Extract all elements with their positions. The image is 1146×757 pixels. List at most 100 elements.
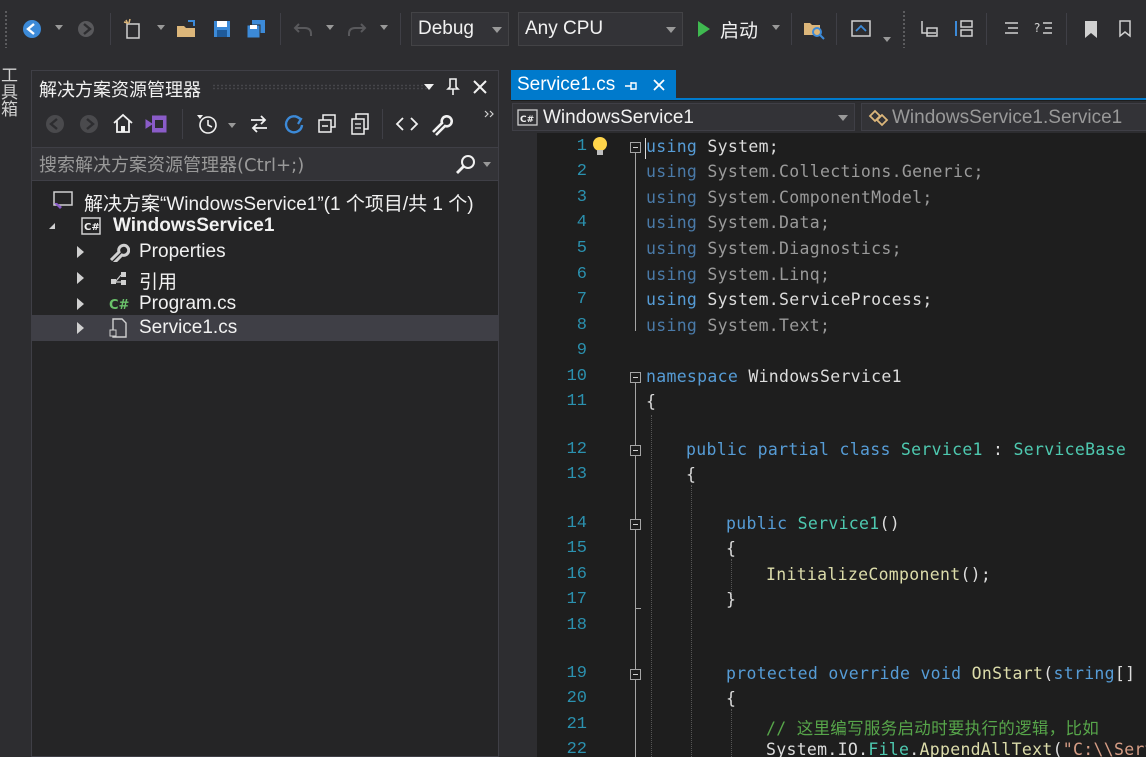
code-line: { bbox=[686, 465, 697, 484]
line-number: 10 bbox=[566, 367, 587, 386]
expanded-arrow-icon[interactable] bbox=[49, 223, 55, 229]
type-scope-combo[interactable]: WindowsService1.Service1 bbox=[861, 103, 1146, 131]
collapse-region-icon[interactable] bbox=[630, 372, 641, 383]
collapse-region-icon[interactable] bbox=[630, 445, 641, 456]
switch-views-icon[interactable] bbox=[144, 112, 170, 136]
pending-changes-filter-icon[interactable] bbox=[195, 112, 219, 136]
find-in-files-button[interactable] bbox=[801, 16, 827, 42]
toggle-bookmark-button[interactable] bbox=[1078, 16, 1104, 42]
collapsed-arrow-icon[interactable] bbox=[77, 246, 84, 258]
main-toolbar: Debug Any CPU 启动 ? bbox=[0, 0, 1146, 58]
svg-text:C#: C# bbox=[84, 222, 100, 233]
start-debugging-dropdown[interactable] bbox=[772, 25, 780, 30]
home-icon[interactable] bbox=[111, 112, 135, 136]
step-over-icon bbox=[955, 20, 973, 37]
undo-button[interactable] bbox=[290, 16, 316, 42]
line-number: 9 bbox=[576, 341, 587, 360]
document-tab-well: Service1.cs bbox=[511, 70, 1146, 100]
tree-item-service1-cs[interactable]: Service1.cs bbox=[32, 315, 498, 341]
pin-icon[interactable] bbox=[446, 78, 460, 96]
properties-label: Properties bbox=[139, 241, 226, 262]
close-icon[interactable] bbox=[472, 79, 488, 95]
code-line: using System.Diagnostics; bbox=[646, 239, 902, 258]
project-scope-combo[interactable]: C# WindowsService1 bbox=[512, 103, 855, 131]
line-number: 5 bbox=[576, 239, 587, 258]
collapsed-arrow-icon[interactable] bbox=[77, 272, 84, 284]
uncomment-lines-icon: ? bbox=[1034, 21, 1052, 35]
tree-item-references[interactable]: 引用 bbox=[32, 265, 498, 293]
collapse-all-icon[interactable] bbox=[315, 112, 339, 136]
code-line: using System.Data; bbox=[646, 213, 831, 232]
back-dropdown-arrow[interactable] bbox=[55, 25, 63, 30]
start-debugging-button[interactable]: 启动 bbox=[694, 15, 784, 43]
browser-view-button[interactable] bbox=[848, 16, 874, 42]
navigate-back-button[interactable] bbox=[19, 16, 45, 42]
window-position-dropdown-icon[interactable] bbox=[423, 82, 435, 92]
refresh-icon[interactable] bbox=[282, 112, 306, 136]
tree-item-solution[interactable]: 解决方案“WindowsService1”(1 个项目/共 1 个) bbox=[32, 187, 498, 215]
lightbulb-icon[interactable] bbox=[590, 135, 610, 159]
code-line: using System.ComponentModel; bbox=[646, 188, 933, 207]
class-icon bbox=[868, 109, 889, 127]
collapse-region-icon[interactable] bbox=[630, 669, 641, 680]
solution-configuration-combo[interactable]: Debug bbox=[411, 12, 509, 46]
collapse-region-icon[interactable] bbox=[630, 519, 641, 530]
bookmark-list-button[interactable] bbox=[1113, 16, 1139, 42]
save-all-button[interactable] bbox=[243, 16, 269, 42]
code-line: public partial class Service1 : ServiceB… bbox=[686, 440, 1127, 459]
chevron-down-icon bbox=[666, 27, 676, 33]
view-code-icon[interactable] bbox=[395, 112, 419, 136]
toolbox-tab[interactable]: 工具箱 bbox=[0, 66, 20, 117]
code-text-area[interactable]: 1 2 3 4 5 6 7 8 9 10 11 12 13 14 15 16 1… bbox=[511, 133, 1146, 757]
search-input[interactable] bbox=[39, 153, 439, 177]
new-project-dropdown[interactable] bbox=[157, 25, 165, 30]
collapse-region-icon[interactable] bbox=[630, 142, 641, 153]
step-over-button[interactable] bbox=[951, 16, 977, 42]
new-project-icon bbox=[123, 18, 140, 39]
search-icon[interactable] bbox=[455, 154, 477, 176]
redo-dropdown[interactable] bbox=[380, 25, 388, 30]
browser-view-dropdown[interactable] bbox=[883, 37, 891, 42]
forward-icon[interactable] bbox=[78, 113, 100, 135]
properties-wrench-icon[interactable] bbox=[429, 112, 453, 136]
save-all-icon bbox=[246, 20, 265, 39]
tree-item-program-cs[interactable]: C# Program.cs bbox=[32, 291, 498, 317]
comment-selection-button[interactable] bbox=[998, 16, 1024, 42]
title-drag-grip[interactable] bbox=[212, 84, 432, 90]
tab-service1-cs[interactable]: Service1.cs bbox=[511, 70, 676, 100]
back-icon[interactable] bbox=[44, 113, 66, 135]
redo-button[interactable] bbox=[344, 16, 370, 42]
collapsed-arrow-icon[interactable] bbox=[77, 298, 84, 310]
tree-item-properties[interactable]: Properties bbox=[32, 239, 498, 265]
line-number: 19 bbox=[566, 664, 587, 683]
close-tab-icon[interactable] bbox=[652, 78, 666, 92]
svg-text:?: ? bbox=[1034, 21, 1040, 35]
sync-with-document-icon[interactable] bbox=[247, 112, 271, 136]
code-line: using System; bbox=[646, 137, 780, 156]
tree-item-project[interactable]: C# WindowsService1 bbox=[32, 213, 498, 239]
browser-icon bbox=[851, 20, 871, 37]
svg-text:C#: C# bbox=[109, 298, 130, 313]
code-line: { bbox=[726, 539, 737, 558]
toolbar-overflow-icon[interactable] bbox=[484, 109, 496, 119]
project-scope-value: WindowsService1 bbox=[543, 107, 694, 128]
step-into-icon bbox=[921, 21, 938, 37]
toolbar-grip[interactable] bbox=[4, 10, 8, 48]
toolbar-grip[interactable] bbox=[902, 10, 906, 48]
uncomment-selection-button[interactable]: ? bbox=[1031, 16, 1057, 42]
open-file-button[interactable] bbox=[174, 16, 200, 42]
save-button[interactable] bbox=[209, 16, 235, 42]
code-line: using System.ServiceProcess; bbox=[646, 290, 933, 309]
new-project-button[interactable] bbox=[120, 16, 146, 42]
step-into-button[interactable] bbox=[916, 16, 942, 42]
filter-dropdown[interactable] bbox=[228, 123, 236, 128]
show-all-files-icon[interactable] bbox=[348, 112, 372, 136]
csharp-file-icon: C# bbox=[108, 294, 130, 314]
solution-platform-combo[interactable]: Any CPU bbox=[518, 12, 683, 46]
collapsed-arrow-icon[interactable] bbox=[77, 322, 84, 334]
solution-explorer-title-bar: 解决方案资源管理器 bbox=[32, 71, 498, 103]
pin-tab-icon[interactable] bbox=[624, 79, 638, 93]
undo-dropdown[interactable] bbox=[326, 25, 334, 30]
search-options-dropdown[interactable] bbox=[483, 162, 491, 167]
navigate-forward-button[interactable] bbox=[73, 16, 99, 42]
